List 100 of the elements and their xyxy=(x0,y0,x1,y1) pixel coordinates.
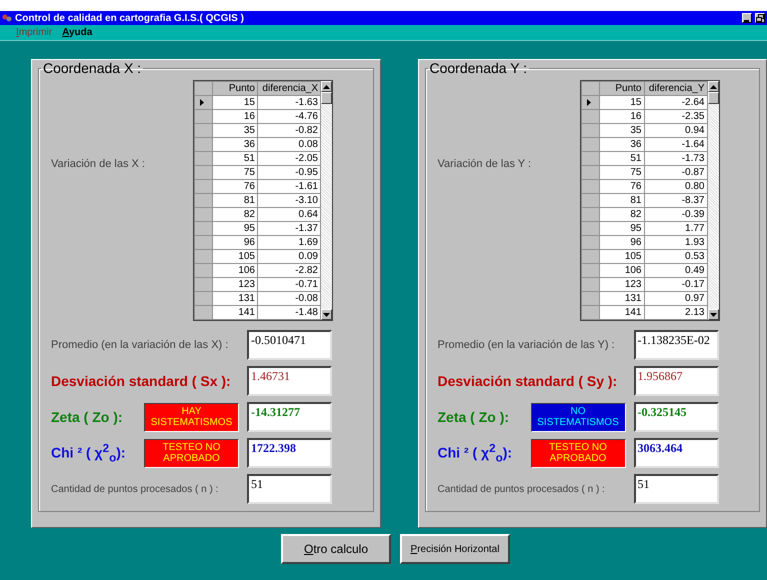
column-header[interactable]: Punto xyxy=(599,82,644,96)
value-field[interactable]: 51 xyxy=(247,474,332,504)
table-cell: 0.49 xyxy=(644,264,707,278)
table-cell: -1.63 xyxy=(258,96,320,110)
table-cell: -2.35 xyxy=(644,110,707,124)
column-header[interactable]: Punto xyxy=(212,82,258,96)
row-selector[interactable] xyxy=(581,96,599,110)
table-cell: 75 xyxy=(599,166,644,180)
status-indicator: NO SISTEMATISMOS xyxy=(530,402,626,432)
table-cell: 95 xyxy=(212,222,258,236)
scroll-thumb[interactable] xyxy=(708,92,718,104)
stat-label: Promedio (en la variación de las X) : xyxy=(51,339,230,351)
table-cell: 141 xyxy=(212,306,258,320)
table-cell: -1.37 xyxy=(258,222,320,236)
table-cell: -2.82 xyxy=(258,264,320,278)
table-cell: 1.77 xyxy=(644,222,707,236)
table-cell: 0.94 xyxy=(644,124,707,138)
value-field[interactable]: 1722.398 xyxy=(247,438,332,468)
table-cell: -0.39 xyxy=(644,208,707,222)
table-cell: -2.64 xyxy=(644,96,707,110)
table-cell: 0.53 xyxy=(644,250,707,264)
menu-item[interactable]: Ayuda xyxy=(62,27,92,38)
table-cell: -4.76 xyxy=(258,110,320,124)
value-field[interactable]: 3063.464 xyxy=(634,438,718,468)
table-cell: 0.08 xyxy=(258,138,320,152)
table-cell: 0.97 xyxy=(644,292,707,306)
variation-label: Variación de las X : xyxy=(51,158,146,170)
table-cell: 123 xyxy=(212,278,258,292)
table-cell: 105 xyxy=(599,250,644,264)
table-cell: 15 xyxy=(212,96,258,110)
table-cell: 36 xyxy=(599,138,644,152)
status-indicator: TESTEO NO APROBADO xyxy=(144,438,239,468)
action-button[interactable]: Otro calculo xyxy=(281,534,391,564)
stat-label: Zeta ( Zo ): xyxy=(438,409,510,425)
table-cell: -8.37 xyxy=(644,194,707,208)
minimize-button[interactable] xyxy=(742,13,752,23)
table-cell: 16 xyxy=(212,110,258,124)
restore-button[interactable] xyxy=(755,13,765,23)
window-title: Control de calidad en cartografia G.I.S.( QCGIS ) xyxy=(15,12,244,24)
scrollbar[interactable] xyxy=(708,81,718,320)
stat-label: Desviación standard ( Sx ): xyxy=(51,373,232,389)
table-cell: 35 xyxy=(212,124,258,138)
table-cell: 0.64 xyxy=(258,208,320,222)
table-cell: 131 xyxy=(599,292,644,306)
action-button[interactable]: Precisión Horizontal xyxy=(400,534,510,564)
restore-icon xyxy=(756,14,764,22)
column-header[interactable]: diferencia_Y xyxy=(644,82,707,96)
stat-label: Desviación standard ( Sy ): xyxy=(438,373,618,389)
stat-label: Cantidad de puntos procesados ( n ) : xyxy=(51,484,220,494)
value-field[interactable]: 1.956867 xyxy=(634,366,718,396)
table-cell: 51 xyxy=(599,152,644,166)
table-cell: 2.13 xyxy=(644,306,707,320)
app-icon xyxy=(2,13,12,23)
table-cell: 81 xyxy=(599,194,644,208)
status-indicator: TESTEO NO APROBADO xyxy=(530,438,626,468)
table-cell: -0.87 xyxy=(644,166,707,180)
stat-label: Zeta ( Zo ): xyxy=(51,409,124,425)
table-cell: 76 xyxy=(212,180,258,194)
table-cell: 36 xyxy=(212,138,258,152)
table-cell: -1.73 xyxy=(644,152,707,166)
table-cell: 75 xyxy=(212,166,258,180)
table-cell: -1.61 xyxy=(258,180,320,194)
group-title: Coordenada Y : xyxy=(428,60,528,76)
table-cell: 96 xyxy=(212,236,258,250)
scrollbar[interactable] xyxy=(321,81,332,320)
value-field[interactable]: -0.325145 xyxy=(634,402,718,432)
table-cell: -2.05 xyxy=(258,152,320,166)
header-cell xyxy=(194,82,212,96)
table-cell: 95 xyxy=(599,222,644,236)
value-field[interactable]: -1.138235E-02 xyxy=(634,330,718,360)
column-header[interactable]: diferencia_X xyxy=(258,82,320,96)
value-field[interactable]: -14.31277 xyxy=(247,402,332,432)
table-cell: 1.93 xyxy=(644,236,707,250)
value-field[interactable]: 51 xyxy=(634,474,718,504)
stat-label: Cantidad de puntos procesados ( n ) : xyxy=(438,484,606,494)
row-pointer-icon xyxy=(586,99,590,106)
value-field[interactable]: 1.46731 xyxy=(247,366,332,396)
group-title: Coordenada X : xyxy=(42,60,142,76)
table-cell: -0.95 xyxy=(258,166,320,180)
scroll-thumb[interactable] xyxy=(321,92,332,104)
header-cell xyxy=(581,82,599,96)
table-cell: 106 xyxy=(599,264,644,278)
stat-label: Promedio (en la variación de las Y) : xyxy=(438,339,616,351)
table-cell: 76 xyxy=(599,180,644,194)
stat-label: Chi ² ( χ$^{2}$$_{o}$): xyxy=(51,442,127,464)
table-cell: 35 xyxy=(599,124,644,138)
table-cell: -1.48 xyxy=(258,306,320,320)
stat-label: Chi ² ( χ$^{2}$$_{o}$): xyxy=(438,442,514,464)
table-cell: 82 xyxy=(212,208,258,222)
table-cell: 81 xyxy=(212,194,258,208)
value-field[interactable]: -0.5010471 xyxy=(247,330,332,360)
table-cell: 15 xyxy=(599,96,644,110)
table-cell: 131 xyxy=(212,292,258,306)
table-cell: -0.17 xyxy=(644,278,707,292)
table-cell: 51 xyxy=(212,152,258,166)
table-cell: -1.64 xyxy=(644,138,707,152)
row-pointer-icon xyxy=(200,99,204,106)
table-cell: 0.80 xyxy=(644,180,707,194)
row-selector[interactable] xyxy=(194,96,212,110)
table-cell: 96 xyxy=(599,236,644,250)
